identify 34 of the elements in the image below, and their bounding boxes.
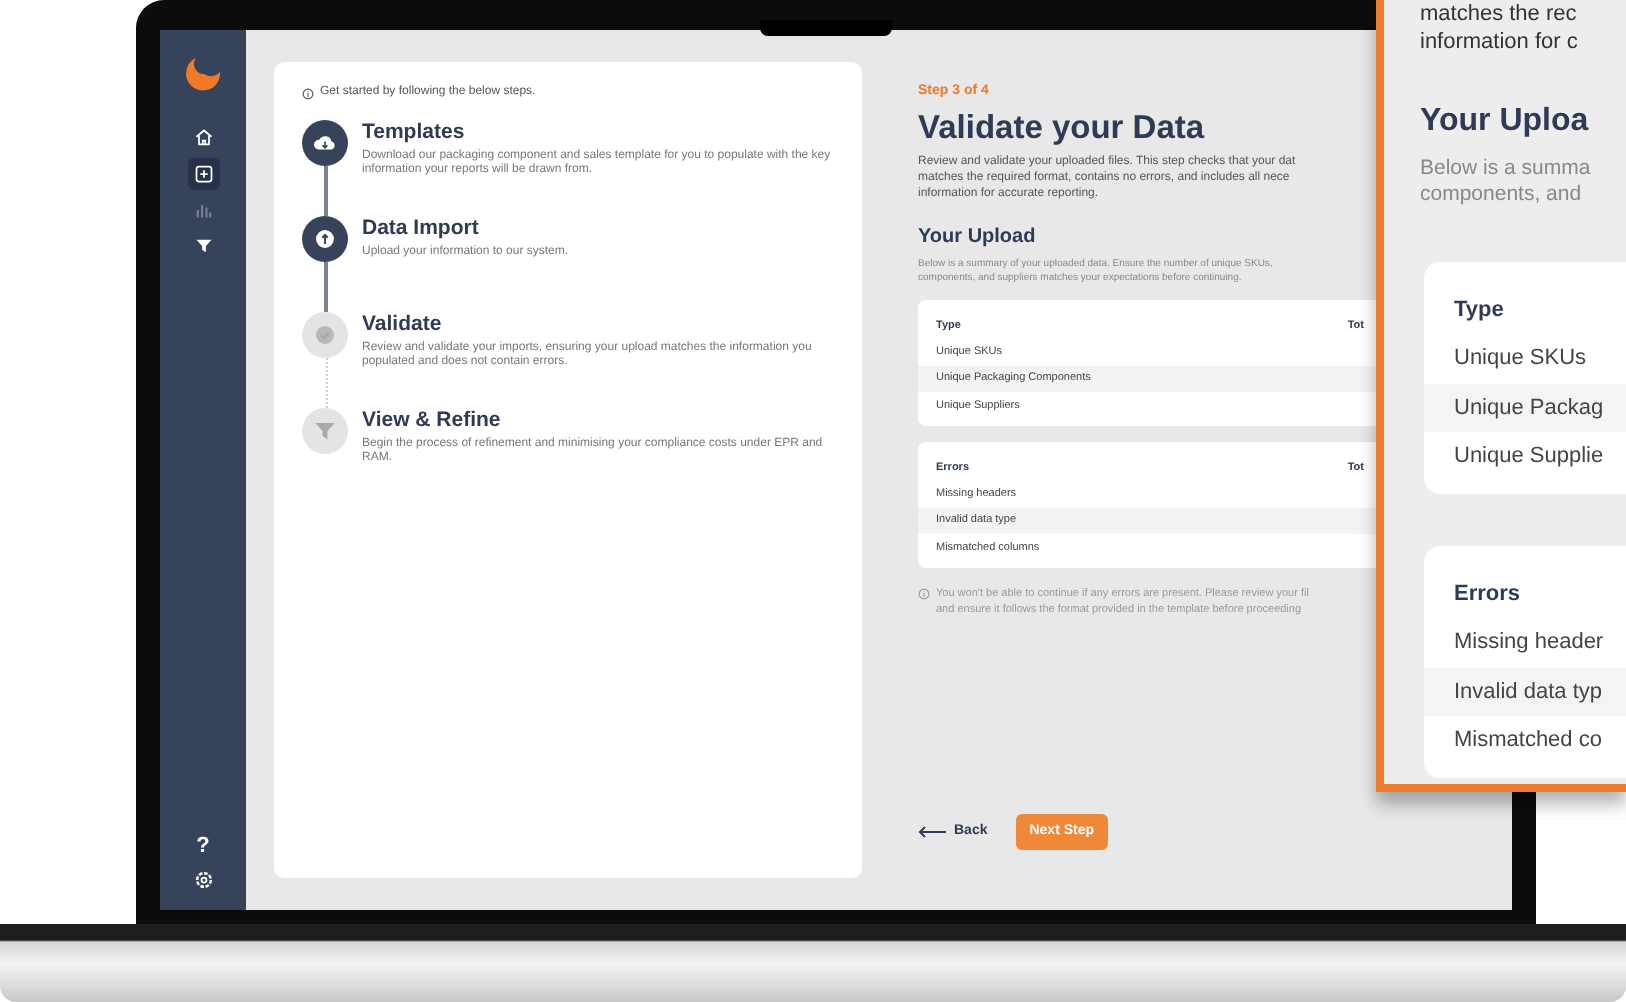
- filter-icon: [193, 236, 213, 256]
- step-title: Validate: [362, 314, 444, 338]
- cloud-download-icon: [312, 130, 338, 156]
- step-connector: [325, 358, 327, 408]
- table-cell: Unique SKUs: [1454, 346, 1587, 371]
- column-header: Type: [1454, 297, 1504, 322]
- plus-square-icon: [193, 164, 213, 184]
- arrow-left-icon: [918, 825, 946, 838]
- table-cell: Missing header: [1454, 630, 1604, 655]
- sidebar-nav-button[interactable]: [187, 158, 219, 190]
- step-title: Templates: [362, 122, 467, 146]
- zoomed-section-title: Your Uploa: [1420, 101, 1591, 142]
- table-cell: Unique Packag: [1454, 395, 1604, 420]
- table-cell: Unique Supplie: [1454, 444, 1604, 469]
- check-icon: [312, 322, 338, 348]
- home-icon: [193, 128, 213, 148]
- upload-icon: [312, 226, 338, 252]
- page-title: Validate your Data: [918, 109, 1207, 146]
- zoomed-section-description: Below is a summa components, and: [1420, 155, 1593, 210]
- bar-chart-icon: [193, 200, 213, 220]
- info-icon: [918, 588, 930, 601]
- camera-notch: [760, 20, 892, 36]
- column-header: Errors: [1454, 581, 1521, 606]
- step-title: Data Import: [362, 218, 481, 242]
- help-link[interactable]: ?: [196, 836, 210, 858]
- filter-icon: [312, 418, 338, 444]
- step-title: View & Refine: [362, 410, 503, 434]
- settings-icon[interactable]: [193, 870, 213, 890]
- logo-icon: [183, 54, 223, 94]
- info-icon: [302, 87, 314, 99]
- table-cell: Mismatched co: [1454, 728, 1602, 753]
- zoomed-description: matches the rec information for c: [1420, 0, 1580, 58]
- section-title: Your Upload: [918, 223, 1038, 252]
- table-cell: Invalid data typ: [1454, 679, 1602, 704]
